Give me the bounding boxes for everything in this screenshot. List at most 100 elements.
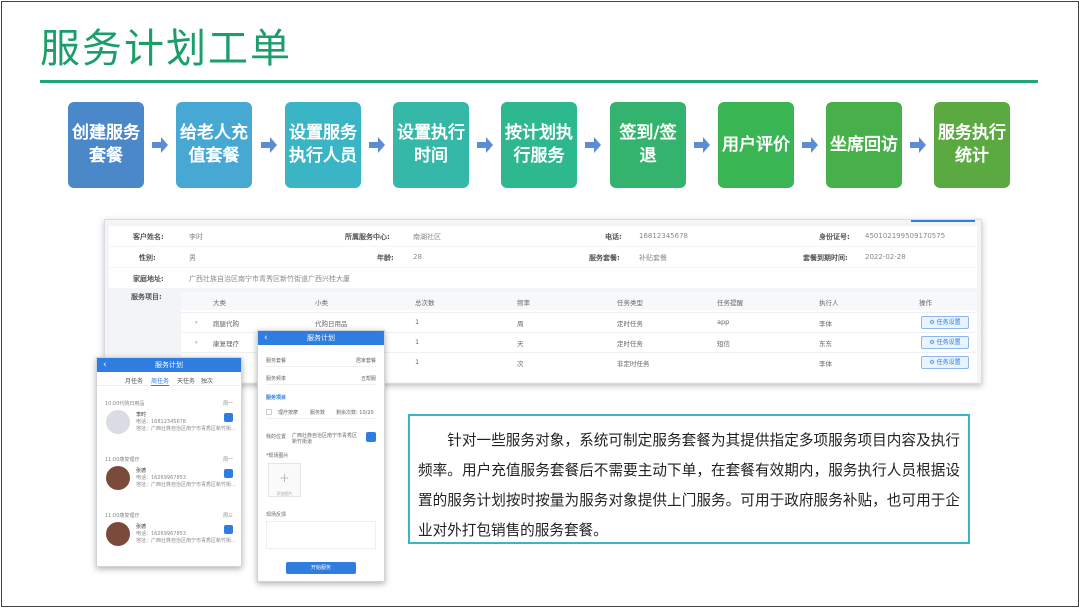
label-address: 家庭地址: (133, 275, 164, 283)
edit-icon[interactable] (224, 413, 233, 422)
checkbox[interactable] (266, 409, 272, 415)
col-subcategory: 小类 (315, 299, 328, 307)
back-icon[interactable]: ‹ (103, 358, 107, 372)
label-location: 我的位置 (266, 434, 287, 440)
mobile-title: 服务计划 (307, 334, 335, 342)
location-icon[interactable] (366, 432, 376, 442)
feedback-input[interactable] (266, 521, 376, 549)
cell-reminder: 短信 (717, 340, 730, 348)
info-row-3: 家庭地址: 广西壮族自治区南宁市青秀区新竹街道广西兴桂大厦 (109, 268, 977, 288)
cell-frequency: 周 (517, 320, 524, 328)
task-settings-button[interactable]: ⚙ 任务设置 (921, 356, 969, 369)
edit-icon[interactable] (224, 469, 233, 478)
step-2: 给老人充值套餐 (176, 102, 252, 188)
cell-executor: 李体 (819, 320, 832, 328)
client-address: 地址：广西壮族自治区南宁市青秀区新竹街... (136, 426, 236, 432)
arrow-right-icon (693, 136, 711, 154)
label-feedback: 现场反馈 (266, 512, 287, 518)
form-row-package: 服务套餐 居家套餐 (266, 353, 376, 367)
value-age: 28 (413, 253, 422, 261)
client-address: 地址：广西壮族自治区南宁市青秀区新竹街... (136, 482, 236, 488)
step-4: 设置执行时间 (393, 102, 469, 188)
step-5: 按计划执行服务 (501, 102, 577, 188)
cell-frequency: 次 (517, 360, 524, 368)
cell-task-type: 定时任务 (617, 340, 643, 348)
service-item-count: 服务数 (310, 410, 326, 416)
task-weekday: 周一 (222, 457, 233, 463)
cell-executor: 东东 (819, 340, 832, 348)
expand-icon[interactable]: › (195, 338, 198, 346)
tab-single[interactable]: 独次 (201, 376, 213, 385)
list-item[interactable]: 11:00康复理疗 周三 张德 电话：16269967853 地址：广西壮族自治… (103, 512, 237, 562)
tab-monthly[interactable]: 月任务 (125, 376, 143, 385)
title-divider (40, 80, 1038, 83)
cell-task-type: 定时任务 (617, 320, 643, 328)
page-title: 服务计划工单 (40, 26, 292, 72)
mobile-service-plan-list: ‹ 服务计划 月任务 周任务 天任务 独次 10:00代购日用品 周一 李时 电… (96, 357, 242, 567)
label-center: 所属服务中心: (345, 233, 390, 241)
step-7: 用户评价 (718, 102, 794, 188)
label-services: 服务项目: (131, 293, 162, 301)
arrow-right-icon (584, 136, 602, 154)
arrow-right-icon (909, 136, 927, 154)
step-1: 创建服务套餐 (68, 102, 144, 188)
table-header: 大类 小类 总次数 频率 任务类型 任务提醒 执行人 操作 (181, 292, 977, 310)
upload-photo-button[interactable]: + 添加图片 (268, 463, 301, 497)
client-name: 李时 (136, 412, 147, 418)
client-address: 地址：广西壮族自治区南宁市青秀区新竹街... (136, 538, 236, 544)
table-row: › 跑腿代购 代购日用品 1 周 定时任务 app 李体 ⚙ 任务设置 (181, 312, 977, 332)
service-item-remaining: 剩余次数: 10/20 (336, 410, 374, 416)
value-id: 450102199509170575 (865, 232, 946, 240)
expand-icon[interactable]: › (195, 318, 198, 326)
label-phone: 电话: (605, 233, 622, 241)
arrow-right-icon (476, 136, 494, 154)
label-id: 身份证号: (819, 233, 850, 241)
cell-total: 1 (415, 358, 420, 366)
task-settings-button[interactable]: ⚙ 任务设置 (921, 336, 969, 349)
task-settings-button[interactable]: ⚙ 任务设置 (921, 316, 969, 329)
step-8: 坐席回访 (826, 102, 902, 188)
value-center: 南湖社区 (413, 233, 441, 241)
col-operation: 操作 (919, 299, 932, 307)
avatar (106, 522, 130, 546)
cell-subcategory: 代购日用品 (315, 320, 348, 328)
value-package: 居家套餐 (355, 358, 376, 364)
arrow-right-icon (151, 136, 169, 154)
value-phone: 16812345678 (639, 232, 688, 240)
avatar (106, 410, 130, 434)
tab-daily[interactable]: 天任务 (177, 376, 195, 385)
edit-icon[interactable] (224, 525, 233, 534)
label-frequency: 服务频率 (266, 376, 287, 382)
arrow-right-icon (801, 136, 819, 154)
upload-hint: 添加图片 (276, 491, 293, 496)
cell-total: 1 (415, 318, 420, 326)
step-9: 服务执行统计 (934, 102, 1010, 188)
start-service-button[interactable]: 开始服务 (286, 562, 356, 574)
description-box: 针对一些服务对象，系统可制定服务套餐为其提供指定多项服务项目内容及执行频率。用户… (408, 414, 970, 544)
back-icon[interactable]: ‹ (264, 331, 268, 345)
cell-reminder: app (717, 318, 730, 326)
mobile-service-form: ‹ 服务计划 服务套餐 居家套餐 服务频率 五帮服 服务项目 理疗按摩 服务数 … (257, 330, 385, 582)
client-name: 张德 (136, 524, 147, 530)
col-executor: 执行人 (819, 299, 839, 307)
value-name: 李时 (189, 233, 203, 241)
task-time: 10:00代购日用品 (105, 401, 145, 407)
step-6: 签到/签退 (610, 102, 686, 188)
label-package: 服务套餐 (266, 358, 287, 364)
task-weekday: 周一 (222, 401, 233, 407)
arrow-right-icon (368, 136, 386, 154)
service-item-row: 理疗按摩 服务数 剩余次数: 10/20 (266, 405, 376, 419)
step-3: 设置服务执行人员 (285, 102, 361, 188)
client-name: 张德 (136, 468, 147, 474)
label-gender: 性别: (139, 254, 156, 262)
label-expire: 套餐到期时间: (803, 254, 848, 262)
client-phone: 电话：16812345678 (136, 419, 186, 425)
label-photo: *现场图片 (266, 453, 289, 459)
task-weekday: 周三 (222, 513, 233, 519)
task-time: 11:00康复理疗 (105, 513, 140, 519)
col-task-type: 任务类型 (617, 299, 643, 307)
value-frequency: 五帮服 (360, 376, 376, 382)
list-item[interactable]: 11:00康复理疗 周一 张德 电话：16269967853 地址：广西壮族自治… (103, 456, 237, 506)
list-item[interactable]: 10:00代购日用品 周一 李时 电话：16812345678 地址：广西壮族自… (103, 400, 237, 450)
tab-weekly[interactable]: 周任务 (151, 376, 170, 386)
